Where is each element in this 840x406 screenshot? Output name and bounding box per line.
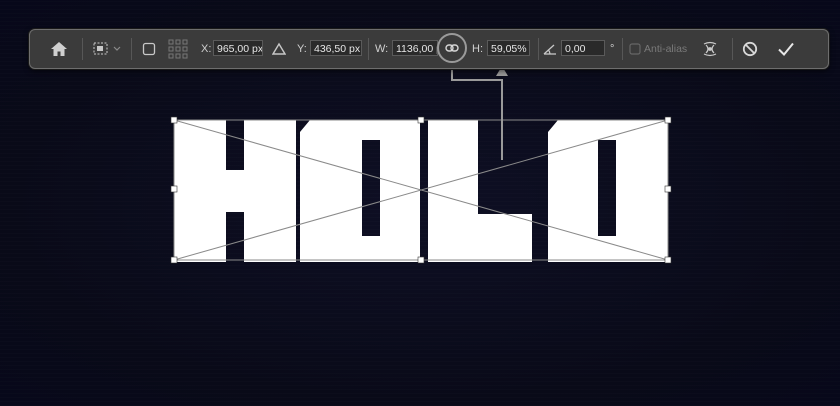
- separator: [82, 38, 83, 60]
- link-icon: [445, 44, 459, 52]
- rotate-angle-icon: [543, 30, 557, 68]
- degree-symbol: °: [610, 43, 615, 55]
- w-field[interactable]: 1136,00 p: [392, 40, 438, 56]
- rotate-field[interactable]: 0,00: [561, 40, 605, 56]
- x-label: X:: [201, 43, 212, 55]
- tool-preset-icon[interactable]: [92, 30, 124, 68]
- home-icon[interactable]: [50, 30, 68, 68]
- y-field[interactable]: 436,50 px: [310, 40, 362, 56]
- reference-point-checkbox[interactable]: [142, 30, 156, 68]
- h-label: H:: [472, 43, 483, 55]
- w-label: W:: [375, 43, 389, 55]
- separator: [732, 38, 733, 60]
- reference-point-grid-icon[interactable]: [168, 30, 188, 68]
- x-field[interactable]: 965,00 px: [213, 40, 263, 56]
- separator: [368, 38, 369, 60]
- options-bar: X: 965,00 px Y: 436,50 px W: 1136,00 p H…: [29, 29, 829, 69]
- separator: [538, 38, 539, 60]
- antialias-checkbox[interactable]: [629, 30, 641, 68]
- antialias-label: Anti-alias: [644, 43, 688, 55]
- commit-transform-icon[interactable]: [777, 30, 795, 68]
- relative-position-icon[interactable]: [272, 30, 286, 68]
- y-label: Y:: [297, 43, 307, 55]
- separator: [622, 38, 623, 60]
- maintain-aspect-ratio-button[interactable]: [437, 33, 467, 63]
- separator: [131, 38, 132, 60]
- warp-mode-icon[interactable]: [701, 30, 719, 68]
- cancel-transform-icon[interactable]: [742, 30, 758, 68]
- h-field[interactable]: 59,05%: [487, 40, 530, 56]
